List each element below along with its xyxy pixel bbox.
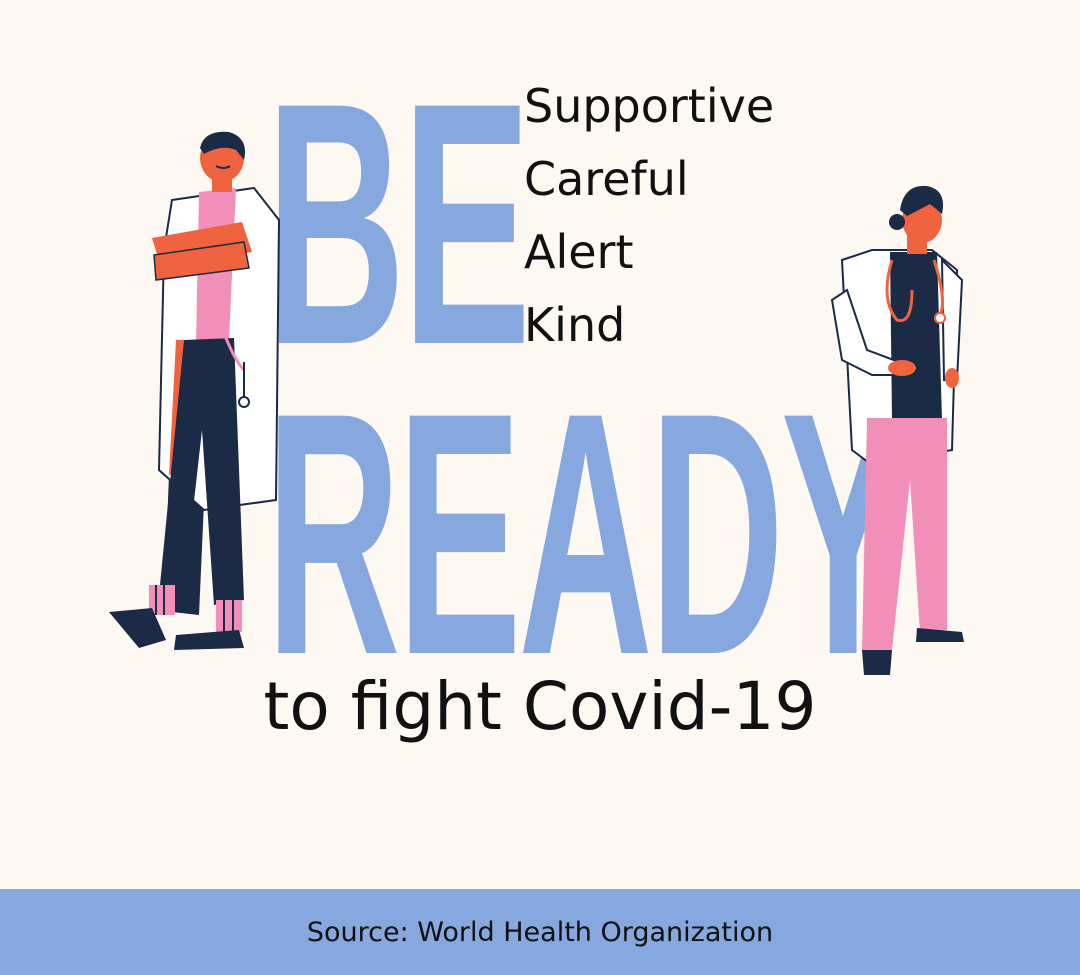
poster: BE READY Supportive Careful Alert Kind t… — [0, 0, 1080, 975]
quality-kind: Kind — [524, 298, 626, 352]
headline-ready: READY — [266, 342, 905, 727]
female-doctor-illustration — [830, 185, 964, 675]
male-doctor-illustration — [109, 131, 281, 650]
quality-alert: Alert — [524, 225, 634, 279]
qualities-list: Supportive Careful Alert Kind — [524, 70, 774, 362]
quality-careful: Careful — [524, 152, 689, 206]
quality-supportive: Supportive — [524, 79, 775, 133]
footer-bar: Source: World Health Organization — [0, 889, 1080, 975]
tagline: to fight Covid-19 — [263, 668, 817, 745]
source-text: Source: World Health Organization — [306, 916, 774, 948]
